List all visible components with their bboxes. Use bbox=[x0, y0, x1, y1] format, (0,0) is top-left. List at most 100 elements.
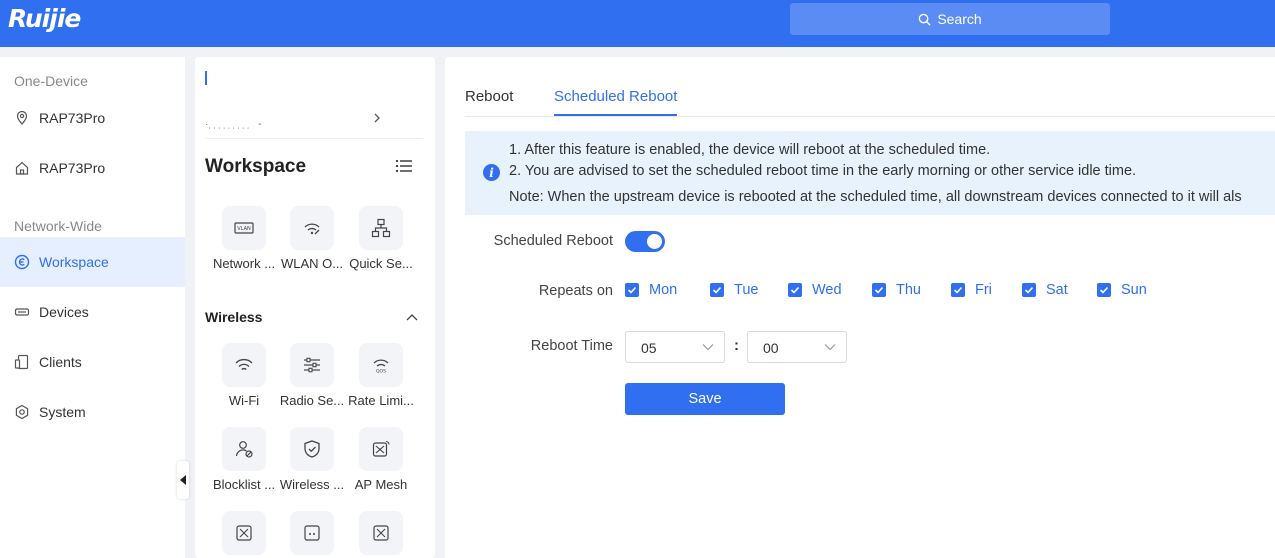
qos-icon: QOS bbox=[373, 359, 389, 375]
vlan-icon: VLAN bbox=[234, 222, 254, 234]
tile-partial-1[interactable] bbox=[207, 511, 281, 555]
tile-label: Blocklist ... bbox=[212, 477, 276, 492]
tile-label: Quick Se... bbox=[349, 256, 413, 271]
day-label: Mon bbox=[649, 282, 678, 298]
tab-reboot[interactable]: Reboot bbox=[465, 88, 513, 105]
info-icon: i bbox=[483, 164, 500, 181]
day-checkbox-sat[interactable]: Sat bbox=[1022, 282, 1068, 298]
nav-item-label: Clients bbox=[39, 354, 82, 370]
collapse-sidebar-handle[interactable] bbox=[177, 461, 189, 499]
clients-icon bbox=[14, 354, 29, 370]
section-one-device: One-Device bbox=[14, 73, 88, 89]
active-tab-indicator bbox=[554, 114, 677, 116]
minute-value: 00 bbox=[763, 340, 779, 356]
chevron-up-icon[interactable] bbox=[406, 313, 418, 321]
day-checkbox-mon[interactable]: Mon bbox=[625, 282, 677, 298]
divider bbox=[205, 138, 423, 139]
network-topology-icon bbox=[371, 218, 391, 238]
day-label: Fri bbox=[975, 282, 992, 298]
list-view-icon[interactable] bbox=[395, 158, 413, 174]
tabs-border bbox=[465, 116, 1275, 117]
day-checkbox-tue[interactable]: Tue bbox=[710, 282, 758, 298]
info-line-1: 1. After this feature is enabled, the de… bbox=[509, 142, 991, 158]
checkbox-checked-icon bbox=[1022, 283, 1036, 297]
day-label: Wed bbox=[812, 282, 842, 298]
location-pin-icon bbox=[16, 110, 28, 125]
devices-icon bbox=[14, 308, 30, 316]
home-icon bbox=[15, 161, 29, 175]
tile-label: Network ... bbox=[212, 256, 276, 271]
toggle-knob bbox=[647, 234, 662, 249]
hour-select[interactable]: 05 bbox=[625, 331, 725, 363]
checkbox-checked-icon bbox=[625, 283, 639, 297]
day-checkbox-thu[interactable]: Thu bbox=[872, 282, 921, 298]
nav-item-label: RAP73Pro bbox=[39, 110, 106, 126]
chat-box-icon bbox=[304, 525, 320, 541]
checkbox-checked-icon bbox=[788, 283, 802, 297]
scheduled-reboot-label: Scheduled Reboot bbox=[493, 233, 613, 249]
day-checkbox-fri[interactable]: Fri bbox=[951, 282, 992, 298]
nav-item-label: RAP73Pro bbox=[39, 160, 106, 176]
ruijie-logo[interactable]: Ruijie bbox=[8, 4, 81, 33]
search-label: Search bbox=[937, 11, 982, 27]
expand-box-icon bbox=[373, 525, 389, 541]
device-selector[interactable]: · ̣ ̣ ̣ ̣ ̣ ̣ ̣ ̣ ̣ - bbox=[205, 109, 423, 133]
tile-wifi[interactable]: Wi-Fi bbox=[207, 343, 281, 408]
checkbox-checked-icon bbox=[872, 283, 886, 297]
workspace-icon bbox=[14, 254, 30, 270]
wifi-icon bbox=[235, 358, 253, 371]
reboot-time-label: Reboot Time bbox=[530, 338, 613, 354]
cross-box-icon bbox=[236, 525, 252, 541]
svg-text:QOS: QOS bbox=[376, 369, 386, 375]
day-label: Sun bbox=[1121, 282, 1147, 298]
tile-wlan-optimize[interactable]: WLAN O... bbox=[275, 206, 349, 271]
tile-wireless-security[interactable]: Wireless ... bbox=[275, 427, 349, 492]
scheduled-reboot-toggle[interactable] bbox=[625, 231, 665, 252]
text-cursor bbox=[205, 71, 207, 85]
tile-ap-mesh[interactable]: AP Mesh bbox=[344, 427, 418, 492]
minute-select[interactable]: 00 bbox=[747, 331, 847, 363]
repeats-on-label: Repeats on bbox=[538, 283, 613, 299]
left-navigation: One-Device RAP73Pro RAP73Pro Network-Wid… bbox=[0, 57, 185, 558]
day-checkbox-wed[interactable]: Wed bbox=[788, 282, 842, 298]
tile-partial-2[interactable] bbox=[275, 511, 349, 555]
nav-item-rap73pro-home[interactable]: RAP73Pro bbox=[0, 143, 185, 193]
nav-item-system[interactable]: System bbox=[0, 387, 185, 437]
tile-quick-setup[interactable]: Quick Se... bbox=[344, 206, 418, 271]
tile-network-vlan[interactable]: VLAN Network ... bbox=[207, 206, 281, 271]
top-header: Ruijie Search bbox=[0, 0, 1275, 47]
hour-value: 05 bbox=[641, 340, 657, 356]
checkbox-checked-icon bbox=[951, 283, 965, 297]
tile-partial-3[interactable] bbox=[344, 511, 418, 555]
chevron-down-icon bbox=[702, 344, 714, 351]
nav-item-label: Workspace bbox=[39, 254, 109, 270]
svg-text:VLAN: VLAN bbox=[237, 226, 251, 232]
system-icon bbox=[15, 404, 29, 420]
collapse-arrow-icon bbox=[180, 475, 186, 485]
tile-label: Wi-Fi bbox=[228, 393, 260, 408]
user-block-icon bbox=[235, 441, 253, 458]
workspace-title: Workspace bbox=[205, 156, 307, 177]
nav-item-rap73pro-location[interactable]: RAP73Pro bbox=[0, 93, 185, 143]
info-banner: i 1. After this feature is enabled, the … bbox=[465, 131, 1275, 215]
save-button[interactable]: Save bbox=[625, 383, 785, 415]
mesh-icon bbox=[372, 440, 390, 457]
workspace-panel: · ̣ ̣ ̣ ̣ ̣ ̣ ̣ ̣ ̣ - Workspace VLAN Net… bbox=[195, 57, 435, 558]
tile-label: WLAN O... bbox=[280, 256, 344, 271]
nav-item-workspace[interactable]: Workspace bbox=[0, 237, 185, 287]
sliders-icon bbox=[304, 357, 320, 373]
tile-label: Rate Limi... bbox=[348, 393, 414, 408]
device-name-redacted: · ̣ ̣ ̣ ̣ ̣ ̣ ̣ ̣ ̣ - bbox=[205, 119, 264, 130]
shield-icon bbox=[304, 440, 320, 458]
info-line-2: 2. You are advised to set the scheduled … bbox=[509, 163, 1137, 179]
nav-item-clients[interactable]: Clients bbox=[0, 337, 185, 387]
tile-blocklist[interactable]: Blocklist ... bbox=[207, 427, 281, 492]
tile-label: Radio Se... bbox=[279, 393, 345, 408]
tile-radio-settings[interactable]: Radio Se... bbox=[275, 343, 349, 408]
tile-rate-limit[interactable]: QOS Rate Limi... bbox=[344, 343, 418, 408]
main-content: Reboot Scheduled Reboot i 1. After this … bbox=[445, 57, 1275, 558]
day-checkbox-sun[interactable]: Sun bbox=[1097, 282, 1147, 298]
tab-scheduled-reboot[interactable]: Scheduled Reboot bbox=[554, 88, 677, 105]
search-button[interactable]: Search bbox=[790, 3, 1110, 35]
nav-item-devices[interactable]: Devices bbox=[0, 287, 185, 337]
